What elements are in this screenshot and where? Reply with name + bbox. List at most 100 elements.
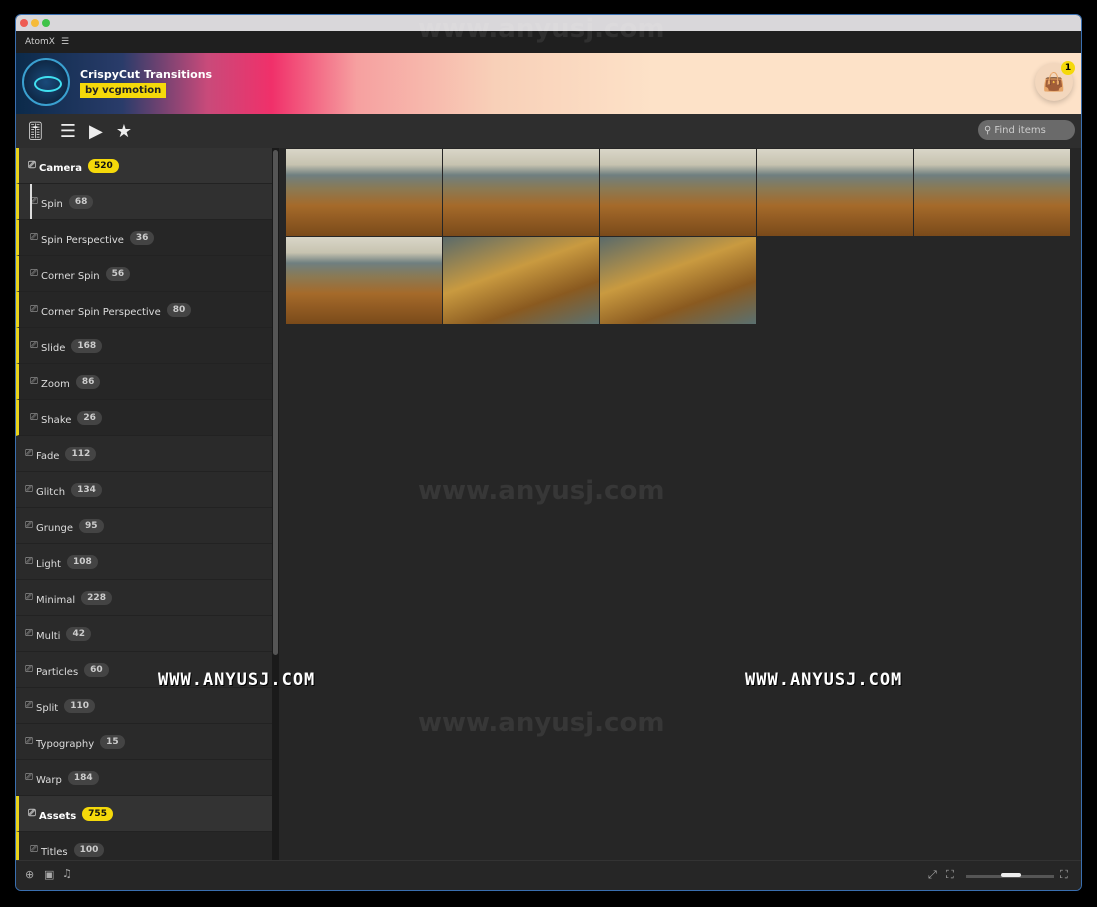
scrollbar-thumb[interactable] (273, 150, 278, 655)
item-label: Split (36, 703, 59, 714)
search-icon: ⚲ (984, 124, 992, 136)
search-placeholder: Find items (994, 124, 1046, 136)
sidebar-item-spin[interactable]: ⎚ Spin 68 (16, 184, 272, 220)
app-window: AtomX ☰ CrispyCut Transitions by vcgmoti… (15, 14, 1082, 891)
sidebar-category-warp[interactable]: ⎚ Warp 184 (16, 760, 272, 796)
count-badge: 15 (100, 734, 125, 749)
cart-button[interactable]: 👜 1 (1035, 61, 1075, 101)
fit-icon[interactable]: ⛶ (946, 868, 954, 882)
sidebar-category-glitch[interactable]: ⎚ Glitch 134 (16, 472, 272, 508)
cart-badge: 1 (1061, 61, 1075, 75)
count-badge: 36 (129, 230, 155, 245)
banner: CrispyCut Transitions by vcgmotion 👜 1 (16, 53, 1081, 114)
sidebar-category-assets[interactable]: ⎚ Assets 755 (16, 796, 272, 832)
folder-icon: ⎚ (25, 448, 33, 459)
zoom-slider[interactable] (966, 873, 1054, 878)
item-label: Camera (39, 163, 82, 174)
sidebar-item-corner-spin[interactable]: ⎚ Corner Spin 56 (16, 256, 272, 292)
toolbar: 🎚 ☰ ▶ ★ ⚲ Find items (16, 114, 1081, 148)
count-badge: 168 (71, 338, 103, 353)
item-label: Light (36, 559, 61, 570)
item-label: Spin (41, 199, 63, 210)
banner-title: CrispyCut Transitions (80, 68, 213, 81)
category-sidebar: ⎚ Camera 520 ⎚ Spin 68 ⎚ Spin Perspective 36 ⎚ Cor… (16, 148, 272, 860)
banner-byline[interactable]: by vcgmotion (80, 83, 167, 98)
item-label: Shake (41, 415, 72, 426)
count-badge: 26 (77, 410, 102, 425)
thumbnail-8[interactable] (600, 237, 756, 324)
shopping-bag-icon: 👜 (1042, 71, 1066, 93)
music-icon[interactable]: ♫ (62, 867, 72, 880)
sidebar-category-split[interactable]: ⎚ Split 110 (16, 688, 272, 724)
thumbnail-5[interactable] (914, 149, 1070, 236)
star-icon[interactable]: ★ (116, 121, 132, 142)
folder-icon: ⎚ (25, 556, 33, 567)
item-label: Fade (36, 451, 60, 462)
thumbnail-1[interactable] (286, 149, 442, 236)
sidebar-category-typography[interactable]: ⎚ Typography 15 (16, 724, 272, 760)
count-badge: 56 (105, 266, 131, 281)
zoom-slider-handle[interactable] (1001, 873, 1021, 877)
search-input[interactable]: ⚲ Find items (978, 120, 1075, 140)
count-badge: 110 (64, 698, 95, 713)
item-label: Corner Spin (41, 271, 100, 282)
count-badge: 60 (84, 662, 109, 677)
count-badge: 42 (66, 626, 91, 641)
sidebar-item-zoom[interactable]: ⎚ Zoom 86 (16, 364, 272, 400)
sidebar-category-light[interactable]: ⎚ Light 108 (16, 544, 272, 580)
count-badge: 95 (79, 518, 104, 533)
sidebar-item-titles[interactable]: ⎚ Titles 100 (16, 832, 272, 860)
thumbnail-6[interactable] (286, 237, 442, 324)
watermark: www.anyusj.com (418, 14, 665, 44)
item-label: Titles (41, 847, 68, 858)
sidebar-item-slide[interactable]: ⎚ Slide 168 (16, 328, 272, 364)
folder-icon: ⎚ (28, 160, 36, 171)
watermark: www.anyusj.com (418, 708, 665, 738)
expand-icon[interactable]: ⤢ (928, 868, 937, 882)
sidebar-category-minimal[interactable]: ⎚ Minimal 228 (16, 580, 272, 616)
list-view-icon[interactable]: ☰ (60, 121, 76, 142)
thumbnail-3[interactable] (600, 149, 756, 236)
folder-icon: ⎚ (25, 700, 33, 711)
item-label: Assets (39, 811, 77, 822)
count-badge: 112 (65, 446, 97, 461)
target-icon[interactable]: ⊕ (25, 868, 34, 881)
thumbnail-4[interactable] (757, 149, 913, 236)
folder-icon: ⎚ (30, 232, 38, 243)
hamburger-icon[interactable]: ☰ (61, 37, 69, 47)
app-title: AtomX (25, 37, 55, 47)
maximize-button[interactable] (42, 19, 50, 27)
large-view-icon[interactable]: ⛶ (1060, 868, 1068, 882)
sidebar-category-fade[interactable]: ⎚ Fade 112 (16, 436, 272, 472)
frame-icon[interactable]: ▣ (44, 868, 54, 881)
folder-icon: ⎚ (30, 412, 38, 423)
thumbnail-7[interactable] (443, 237, 599, 324)
watermark: www.anyusj.com (418, 476, 665, 506)
count-badge: 68 (68, 194, 94, 209)
sidebar-category-camera[interactable]: ⎚ Camera 520 (16, 148, 272, 184)
item-label: Slide (41, 343, 66, 354)
thumbnail-2[interactable] (443, 149, 599, 236)
sidebar-category-multi[interactable]: ⎚ Multi 42 (16, 616, 272, 652)
folder-icon: ⎚ (25, 664, 33, 675)
sidebar-category-grunge[interactable]: ⎚ Grunge 95 (16, 508, 272, 544)
folder-icon: ⎚ (25, 484, 33, 495)
item-label: Particles (36, 667, 79, 678)
sidebar-item-shake[interactable]: ⎚ Shake 26 (16, 400, 272, 436)
item-label: Minimal (36, 595, 76, 606)
preview-icon[interactable]: ▶ (89, 121, 103, 142)
close-button[interactable] (20, 19, 28, 27)
folder-icon: ⎚ (25, 772, 33, 783)
folder-icon: ⎚ (28, 808, 36, 819)
count-badge: 228 (81, 590, 112, 605)
bottom-bar: ⊕ ▣ ♫ ⤢ ⛶ ⛶ (16, 860, 1081, 890)
sidebar-item-corner-spin-perspective[interactable]: ⎚ Corner Spin Perspective 80 (16, 292, 272, 328)
folder-icon: ⎚ (30, 376, 38, 387)
item-label: Zoom (41, 379, 70, 390)
folder-icon: ⎚ (25, 592, 33, 603)
sidebar-item-spin-perspective[interactable]: ⎚ Spin Perspective 36 (16, 220, 272, 256)
minimize-button[interactable] (31, 19, 39, 27)
sliders-icon[interactable]: 🎚 (24, 121, 47, 142)
folder-icon: ⎚ (25, 628, 33, 639)
folder-icon: ⎚ (30, 844, 38, 855)
